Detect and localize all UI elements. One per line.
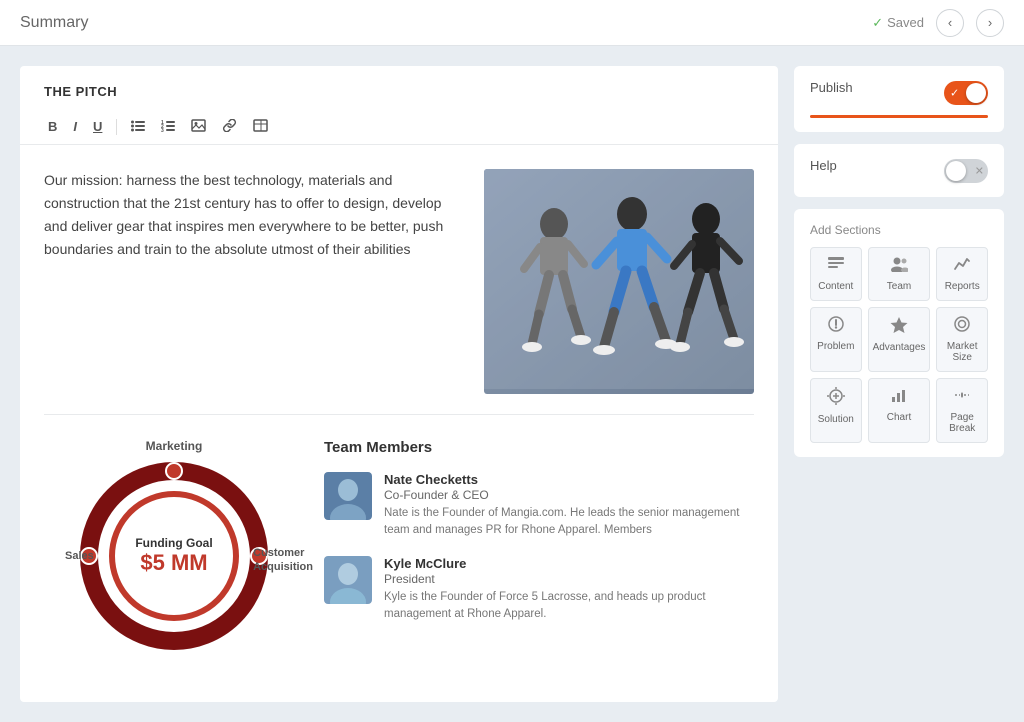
help-toggle-track[interactable]: ✕ bbox=[944, 159, 988, 183]
pitch-header: THE PITCH bbox=[20, 66, 778, 109]
section-tile-label-advantages: Advantages bbox=[873, 342, 926, 353]
section-tile-content[interactable]: Content bbox=[810, 247, 862, 301]
section-tile-team[interactable]: Team bbox=[868, 247, 931, 301]
help-label: Help bbox=[810, 158, 837, 173]
add-sections-label: Add Sections bbox=[810, 223, 988, 237]
bold-button[interactable]: B bbox=[44, 118, 61, 135]
member-name-1: Nate Checketts bbox=[384, 472, 754, 487]
member-bio-2: Kyle is the Founder of Force 5 Lacrosse,… bbox=[384, 589, 754, 624]
section-tile-marketsize[interactable]: Market Size bbox=[936, 307, 988, 372]
team-member: Nate Checketts Co-Founder & CEO Nate is … bbox=[324, 472, 754, 540]
sections-grid: Content Team Reports bbox=[810, 247, 988, 443]
marketsize-icon bbox=[953, 316, 971, 337]
section-tile-label-pagebreak: Page Break bbox=[941, 412, 983, 434]
donut-wrapper: Funding Goal $5 MM Sales Customer Acquis… bbox=[79, 461, 269, 651]
editor-toolbar: B I U 123 bbox=[20, 109, 778, 145]
publish-toggle-track[interactable]: ✓ bbox=[944, 81, 988, 105]
help-toggle-row: Help ✕ bbox=[810, 158, 988, 183]
section-tile-label-team: Team bbox=[887, 281, 911, 292]
content-icon bbox=[827, 256, 845, 277]
member-info-1: Nate Checketts Co-Founder & CEO Nate is … bbox=[384, 472, 754, 540]
help-card: Help ✕ bbox=[794, 144, 1004, 197]
section-tile-reports[interactable]: Reports bbox=[936, 247, 988, 301]
add-sections-card: Add Sections Content Team bbox=[794, 209, 1004, 457]
team-section: Team Members Nate Checketts Co-Founder &… bbox=[324, 439, 754, 651]
pitch-image bbox=[484, 169, 754, 394]
member-avatar-1 bbox=[324, 472, 372, 520]
team-member-2: Kyle McClure President Kyle is the Found… bbox=[324, 556, 754, 624]
sidebar: Publish ✓ Help ✕ bbox=[794, 66, 1004, 702]
unordered-list-button[interactable] bbox=[127, 118, 149, 136]
reports-icon bbox=[953, 256, 971, 277]
section-tile-advantages[interactable]: Advantages bbox=[868, 307, 931, 372]
member-info-2: Kyle McClure President Kyle is the Found… bbox=[384, 556, 754, 624]
section-tile-label-solution: Solution bbox=[818, 414, 854, 425]
section-tile-problem[interactable]: Problem bbox=[810, 307, 862, 372]
help-toggle-thumb bbox=[946, 161, 966, 181]
section-tile-chart[interactable]: Chart bbox=[868, 378, 931, 443]
donut-right-label: Customer Acquisition bbox=[253, 546, 313, 575]
member-bio-1: Nate is the Founder of Mangia.com. He le… bbox=[384, 505, 754, 540]
italic-button[interactable]: I bbox=[69, 118, 81, 135]
section-tile-label-marketsize: Market Size bbox=[941, 341, 983, 363]
toggle-x-icon: ✕ bbox=[975, 164, 984, 177]
member-avatar-2 bbox=[324, 556, 372, 604]
editor-body: Our mission: harness the best technology… bbox=[20, 145, 778, 414]
nav-next-button[interactable]: › bbox=[976, 9, 1004, 37]
chart-icon bbox=[890, 387, 908, 408]
publish-toggle[interactable]: ✓ bbox=[944, 81, 988, 105]
topbar-right: ✓ Saved ‹ › bbox=[872, 9, 1004, 37]
saved-check-icon: ✓ bbox=[872, 15, 883, 31]
content-area: THE PITCH B I U 123 Our miss bbox=[20, 66, 778, 702]
donut-right-label-line1: Customer bbox=[253, 547, 304, 559]
saved-badge: ✓ Saved bbox=[872, 15, 924, 31]
toggle-check-icon: ✓ bbox=[950, 86, 959, 99]
main-layout: THE PITCH B I U 123 Our miss bbox=[0, 46, 1024, 722]
section-tile-label-chart: Chart bbox=[887, 412, 911, 423]
member-title-1: Co-Founder & CEO bbox=[384, 488, 754, 502]
ordered-list-button[interactable]: 123 bbox=[157, 118, 179, 136]
pagebreak-icon bbox=[953, 387, 971, 408]
link-button[interactable] bbox=[218, 117, 241, 136]
publish-card: Publish ✓ bbox=[794, 66, 1004, 132]
pitch-body-text[interactable]: Our mission: harness the best technology… bbox=[44, 169, 464, 394]
donut-left-label: Sales bbox=[65, 550, 94, 562]
bottom-section: Marketing Funding Goal bbox=[20, 415, 778, 675]
team-section-title: Team Members bbox=[324, 439, 754, 456]
publish-toggle-row: Publish ✓ bbox=[810, 80, 988, 105]
nav-prev-button[interactable]: ‹ bbox=[936, 9, 964, 37]
help-toggle[interactable]: ✕ bbox=[944, 159, 988, 183]
page-title: Summary bbox=[20, 14, 88, 32]
table-button[interactable] bbox=[249, 117, 272, 136]
section-tile-label-problem: Problem bbox=[817, 341, 854, 352]
donut-amount: $5 MM bbox=[135, 550, 212, 576]
team-icon bbox=[890, 256, 908, 277]
svg-text:3: 3 bbox=[161, 128, 164, 132]
image-button[interactable] bbox=[187, 117, 210, 136]
advantages-icon bbox=[890, 316, 908, 338]
problem-icon bbox=[827, 316, 845, 337]
publish-toggle-thumb bbox=[966, 83, 986, 103]
section-tile-pagebreak[interactable]: Page Break bbox=[936, 378, 988, 443]
underline-button[interactable]: U bbox=[89, 118, 106, 135]
donut-top-label: Marketing bbox=[146, 439, 203, 453]
publish-line bbox=[810, 115, 988, 118]
saved-label: Saved bbox=[887, 15, 924, 30]
member-name-2: Kyle McClure bbox=[384, 556, 754, 571]
section-tile-label-reports: Reports bbox=[945, 281, 980, 292]
donut-goal-label: Funding Goal bbox=[135, 536, 212, 550]
solution-icon bbox=[827, 387, 845, 410]
toolbar-divider-1 bbox=[116, 119, 117, 135]
donut-center: Funding Goal $5 MM bbox=[135, 536, 212, 576]
member-title-2: President bbox=[384, 572, 754, 586]
section-tile-label-content: Content bbox=[818, 281, 853, 292]
publish-label: Publish bbox=[810, 80, 853, 95]
donut-right-label-line2: Acquisition bbox=[253, 561, 313, 573]
topbar: Summary ✓ Saved ‹ › bbox=[0, 0, 1024, 46]
donut-chart-container: Marketing Funding Goal bbox=[44, 439, 304, 651]
section-tile-solution[interactable]: Solution bbox=[810, 378, 862, 443]
